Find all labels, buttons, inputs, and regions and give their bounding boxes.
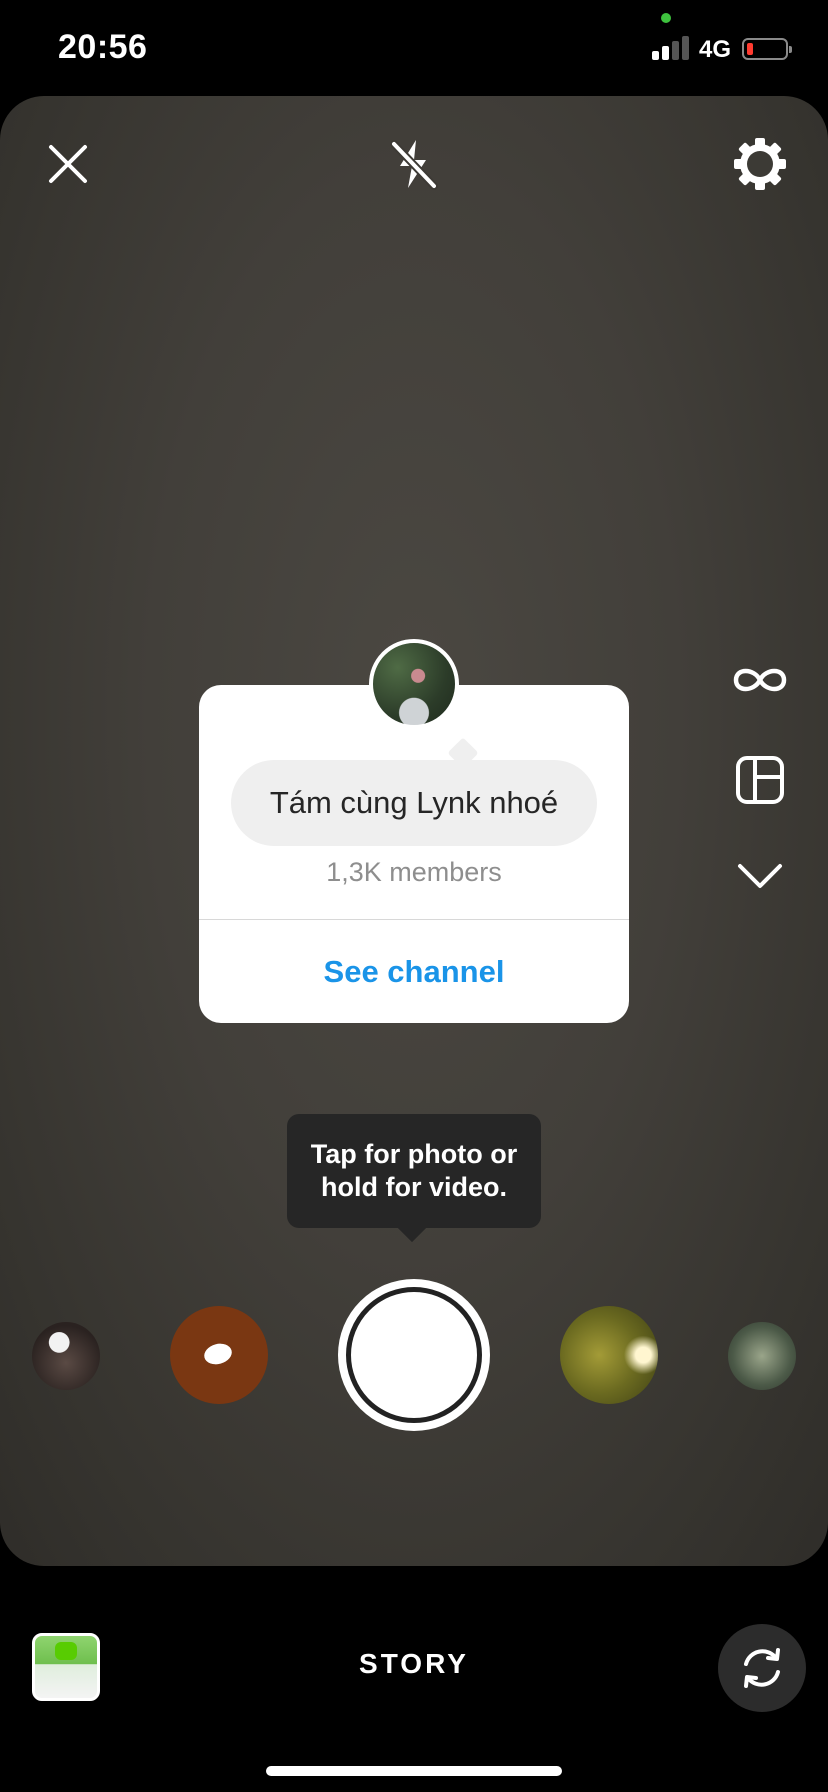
signal-strength-icon xyxy=(652,36,690,60)
gallery-thumbnail[interactable] xyxy=(32,1633,100,1701)
status-time: 20:56 xyxy=(58,28,148,66)
home-indicator xyxy=(266,1766,562,1776)
effect-filter-2[interactable] xyxy=(170,1306,268,1404)
mode-story-tab[interactable]: STORY xyxy=(300,1648,528,1680)
camera-viewfinder[interactable]: Tám cùng Lynk nhoé 1,3K members See chan… xyxy=(0,96,828,1566)
effect-filter-1[interactable] xyxy=(32,1322,100,1390)
capture-row xyxy=(0,96,828,1566)
effect-filter-4[interactable] xyxy=(728,1322,796,1390)
effect-filter-3[interactable] xyxy=(560,1306,658,1404)
flip-camera-icon[interactable] xyxy=(718,1624,806,1712)
network-type: 4G xyxy=(699,36,732,63)
battery-icon xyxy=(742,38,792,60)
status-bar: 20:56 4G xyxy=(0,0,828,96)
shutter-button[interactable] xyxy=(338,1279,490,1431)
camera-in-use-indicator xyxy=(661,13,671,23)
